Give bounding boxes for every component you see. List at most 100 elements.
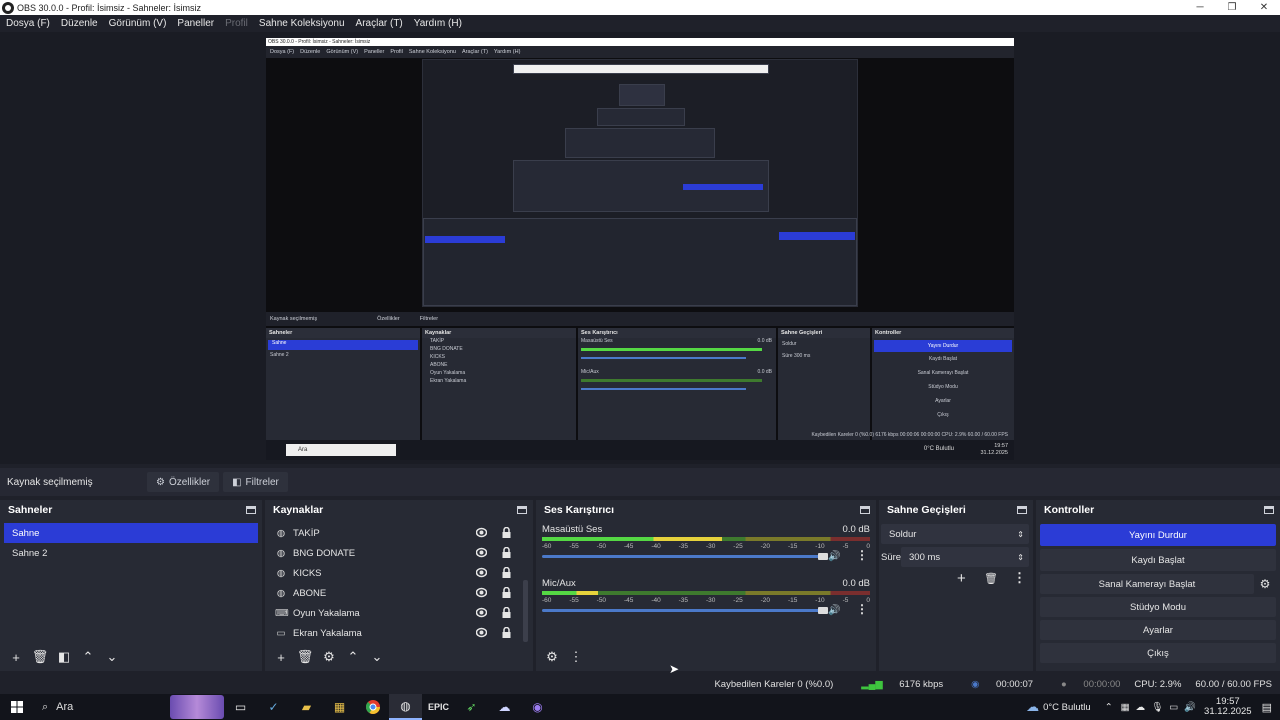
clock[interactable]: 19:57 31.12.2025 [1204, 697, 1252, 717]
source-item[interactable]: ▭ Ekran Yakalama [265, 623, 533, 643]
lock-icon[interactable] [502, 606, 511, 618]
preview-menu-bar: Dosya (F) Düzenle Görünüm (V) Paneller P… [266, 46, 1014, 58]
menu-scene-collection[interactable]: Sahne Koleksiyonu [259, 18, 345, 29]
scene-item[interactable]: Sahne [4, 523, 258, 543]
virtual-camera-settings-icon[interactable]: ⚙ [1254, 574, 1276, 594]
stop-streaming-button[interactable]: Yayını Durdur [1040, 524, 1276, 546]
properties-button[interactable]: ⚙ Özellikler [147, 472, 220, 492]
add-transition-button[interactable]: + [957, 570, 966, 587]
move-down-button[interactable]: ⌄ [367, 647, 387, 667]
lock-icon[interactable] [502, 626, 511, 638]
source-item[interactable]: ◍ BNG DONATE [265, 543, 533, 563]
eye-icon[interactable] [475, 587, 488, 598]
file-explorer-icon[interactable]: ▰ [290, 694, 323, 720]
remove-source-button[interactable]: 🗑 [295, 647, 315, 667]
studio-mode-button[interactable]: Stüdyo Modu [1040, 597, 1276, 617]
lock-icon[interactable] [502, 526, 511, 538]
notification-icon[interactable]: ▤ [1262, 701, 1272, 714]
menu-edit[interactable]: Düzenle [61, 18, 98, 29]
menu-docks[interactable]: Paneller [177, 18, 214, 29]
browser-icon: ◍ [276, 567, 286, 579]
source-properties-button[interactable]: ⚙ [319, 647, 339, 667]
move-up-button[interactable]: ⌃ [343, 647, 363, 667]
discord-icon[interactable]: ◉ [521, 694, 554, 720]
add-source-button[interactable]: + [271, 647, 291, 667]
source-item[interactable]: ◍ ABONE [265, 583, 533, 603]
eye-icon[interactable] [475, 527, 488, 538]
undock-icon[interactable] [246, 506, 256, 514]
duration-spinbox[interactable]: 300 ms ⇕ [901, 547, 1029, 567]
menu-view[interactable]: Görünüm (V) [109, 18, 167, 29]
transition-menu-button[interactable]: ⋮ [1013, 570, 1026, 586]
search-highlight-icon[interactable] [170, 695, 224, 719]
chat-app-icon[interactable]: ☁ [488, 694, 521, 720]
mixer-menu-button[interactable]: ⋮ [566, 647, 586, 667]
network-icon[interactable]: ▦ [1121, 702, 1130, 713]
speaker-icon[interactable]: 🔊 [828, 605, 840, 616]
remove-scene-button[interactable]: 🗑 [30, 647, 50, 667]
volume-slider-handle[interactable] [818, 607, 828, 614]
volume-slider[interactable] [542, 553, 828, 560]
chevron-up-icon[interactable]: ⌃ [1105, 702, 1113, 713]
volume-icon[interactable]: 🔊 [1184, 702, 1196, 713]
filters-button[interactable]: ◧ Filtreler [223, 472, 288, 492]
start-recording-button[interactable]: Kaydı Başlat [1040, 549, 1276, 571]
weather-icon[interactable]: ☁ [1026, 699, 1039, 715]
lock-icon[interactable] [502, 586, 511, 598]
steam-icon[interactable]: ✓ [257, 694, 290, 720]
task-view-icon[interactable]: ▭ [224, 694, 257, 720]
app-arrow-icon[interactable]: ➶ [455, 694, 488, 720]
scene-filters-button[interactable]: ◧ [54, 647, 74, 667]
scene-item[interactable]: Sahne 2 [4, 543, 258, 563]
audio-meter [542, 537, 870, 541]
volume-slider[interactable] [542, 607, 828, 614]
menu-tools[interactable]: Araçlar (T) [356, 18, 403, 29]
obs-taskbar-icon[interactable]: ◍ [389, 694, 422, 720]
more-options-icon[interactable]: ⋮ [856, 548, 868, 562]
nested-stream-button [779, 232, 855, 240]
menu-profile[interactable]: Profil [225, 18, 248, 29]
source-item[interactable]: ◍ KICKS [265, 563, 533, 583]
add-scene-button[interactable]: + [6, 647, 26, 667]
eye-icon[interactable] [475, 627, 488, 638]
chrome-icon[interactable] [356, 694, 389, 720]
lock-icon[interactable] [502, 566, 511, 578]
notes-app-icon[interactable]: ▦ [323, 694, 356, 720]
taskbar-search[interactable]: ⌕ Ara [34, 694, 174, 720]
source-item[interactable]: ◍ TAKİP [265, 523, 533, 543]
undock-icon[interactable] [1264, 506, 1274, 514]
volume-slider-handle[interactable] [818, 553, 828, 560]
epic-games-icon[interactable]: EPIC [422, 694, 455, 720]
more-options-icon[interactable]: ⋮ [856, 602, 868, 616]
eye-icon[interactable] [475, 567, 488, 578]
undock-icon[interactable] [517, 506, 527, 514]
lock-icon[interactable] [502, 546, 511, 558]
menu-help[interactable]: Yardım (H) [414, 18, 462, 29]
monitor-icon[interactable]: ▭ [1169, 702, 1178, 713]
microphone-icon[interactable]: 🎙 [1151, 702, 1163, 713]
undock-icon[interactable] [860, 506, 870, 514]
remove-transition-button[interactable]: 🗑 [984, 572, 998, 585]
close-button[interactable]: ✕ [1248, 0, 1280, 15]
minimize-button[interactable]: ─ [1184, 0, 1216, 15]
settings-button[interactable]: Ayarlar [1040, 620, 1276, 640]
advanced-audio-settings-button[interactable]: ⚙ [542, 647, 562, 667]
weather-text[interactable]: 0°C Bulutlu [1043, 702, 1091, 713]
windows-start-icon[interactable] [0, 694, 34, 720]
menu-file[interactable]: Dosya (F) [6, 18, 50, 29]
maximize-button[interactable]: ❐ [1216, 0, 1248, 15]
undock-icon[interactable] [1017, 506, 1027, 514]
eye-icon[interactable] [475, 547, 488, 558]
preview-canvas[interactable]: OBS 30.0.0 - Profil: İsimsiz - Sahneler:… [266, 38, 1014, 460]
speaker-icon[interactable]: 🔊 [828, 551, 840, 562]
audio-meter [542, 591, 870, 595]
sources-scrollbar[interactable] [523, 580, 528, 642]
transition-type-select[interactable]: Soldur ⇕ [881, 524, 1029, 544]
onedrive-icon[interactable]: ☁ [1136, 702, 1146, 713]
move-up-button[interactable]: ⌃ [78, 647, 98, 667]
eye-icon[interactable] [475, 607, 488, 618]
source-item[interactable]: ⌨ Oyun Yakalama [265, 603, 533, 623]
exit-button[interactable]: Çıkış [1040, 643, 1276, 663]
move-down-button[interactable]: ⌄ [102, 647, 122, 667]
start-virtual-camera-button[interactable]: Sanal Kamerayı Başlat [1040, 574, 1254, 594]
